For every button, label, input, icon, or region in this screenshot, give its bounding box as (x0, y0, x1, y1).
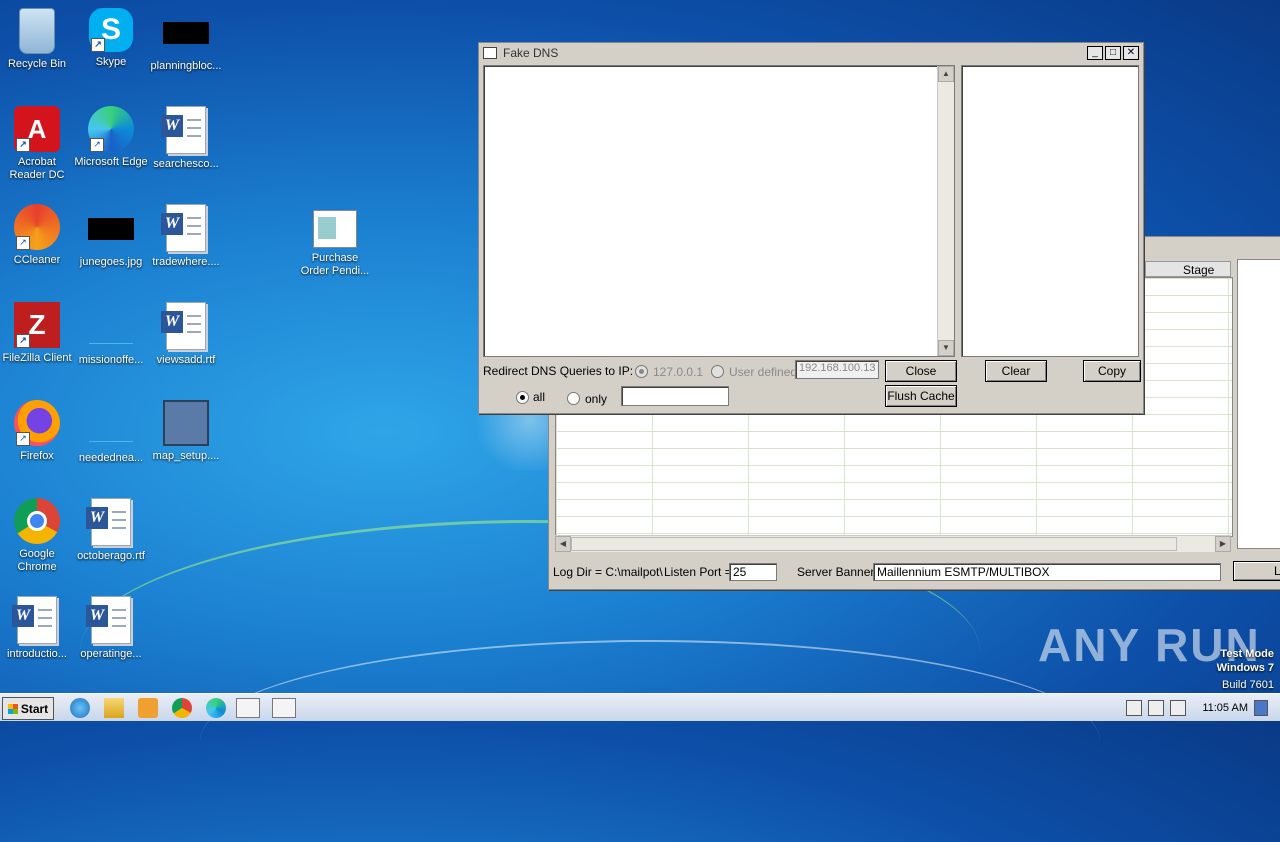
listen-port-label: Listen Port = (664, 565, 732, 579)
system-tray: 11:05 AM (1126, 694, 1280, 721)
log-dir-label: Log Dir = C:\mailpot\ (553, 565, 663, 579)
server-banner-field[interactable]: Maillennium ESMTP/MULTIBOX (873, 563, 1221, 581)
word-doc-icon: W (161, 302, 206, 350)
word-doc-icon: W (161, 204, 206, 252)
desktop-icon-purchase-order[interactable]: Purchase Order Pendi... (298, 204, 372, 278)
radio-localhost-label: 127.0.0.1 (653, 365, 704, 379)
document-icon (313, 210, 357, 248)
desktop-icon-recycle-bin[interactable]: Recycle Bin (0, 8, 74, 71)
window-app-icon (483, 47, 497, 59)
ie-icon[interactable] (70, 698, 90, 718)
column-header-stage[interactable]: Stage (1145, 261, 1231, 277)
desktop-icon-viewsadd[interactable]: W viewsadd.rtf (149, 302, 223, 367)
windows-logo-icon (7, 703, 18, 714)
scroll-thumb[interactable] (571, 537, 1177, 551)
black-thumbnail-icon (88, 218, 134, 240)
chrome-taskbar-icon[interactable] (172, 698, 192, 718)
recycle-bin-icon (19, 8, 55, 54)
desktop-icon-operatinge[interactable]: W operatinge... (74, 596, 148, 661)
edge-taskbar-icon[interactable] (206, 698, 226, 718)
desktop-icon-junegoes[interactable]: junegoes.jpg (74, 204, 148, 269)
wallpaper-swoosh (200, 640, 1100, 842)
dns-cache-listbox[interactable] (961, 65, 1139, 357)
fake-dns-titlebar[interactable]: Fake DNS _ □ ✕ (479, 43, 1143, 63)
scroll-right-arrow[interactable]: ▶ (1215, 536, 1231, 552)
skype-icon: S ↗ (89, 8, 133, 52)
scroll-down-arrow[interactable]: ▼ (938, 340, 954, 356)
word-doc-icon: W (86, 596, 131, 644)
taskbar: Start 11:05 AM (0, 693, 1280, 721)
window-title: Fake DNS (503, 46, 559, 60)
listen-port-field[interactable]: 25 (729, 563, 777, 581)
mailpot-side-panel (1237, 259, 1280, 549)
scroll-left-arrow[interactable]: ◀ (555, 536, 571, 552)
dns-log-listbox[interactable]: ▲ ▼ (483, 65, 955, 357)
black-thumbnail-icon (163, 22, 209, 44)
blank-file-icon (87, 400, 135, 448)
mailpot-taskbar-button[interactable] (272, 698, 296, 718)
word-doc-icon: W (12, 596, 57, 644)
desktop-icon-introductio[interactable]: W introductio... (0, 596, 74, 661)
horizontal-scrollbar[interactable]: ◀ ▶ (555, 535, 1231, 552)
desktop-icon-map-setup[interactable]: map_setup.... (149, 400, 223, 463)
build-label: Build 7601 (1222, 679, 1274, 691)
desktop-icon-firefox[interactable]: ↗ Firefox (0, 400, 74, 463)
filezilla-icon: Z ↗ (14, 302, 60, 348)
close-button[interactable]: Close (885, 360, 957, 382)
flush-cache-button[interactable]: Flush Cache (885, 385, 957, 407)
test-mode-label: Test Mode (1220, 648, 1274, 660)
maximize-button[interactable]: □ (1105, 46, 1121, 60)
desktop-icon-searchesco[interactable]: W searchesco... (149, 106, 223, 171)
word-doc-icon: W (161, 106, 206, 154)
acrobat-icon: A ↗ (14, 106, 60, 152)
redirect-label: Redirect DNS Queries to IP: (483, 364, 634, 378)
edge-icon: ↗ (88, 106, 134, 152)
desktop-icon-filezilla[interactable]: Z ↗ FileZilla Client (0, 302, 74, 365)
clock[interactable]: 11:05 AM (1202, 702, 1248, 714)
vertical-scrollbar[interactable]: ▲ ▼ (937, 66, 954, 356)
firefox-icon: ↗ (14, 400, 60, 446)
media-player-icon[interactable] (138, 698, 158, 718)
minimize-button[interactable]: _ (1087, 46, 1103, 60)
desktop-icon-ccleaner[interactable]: ↗ CCleaner (0, 204, 74, 267)
desktop-icon-octoberago[interactable]: W octoberago.rtf (74, 498, 148, 563)
listen-button[interactable]: Li (1233, 561, 1280, 581)
only-domain-field[interactable] (621, 386, 729, 406)
show-desktop-icon[interactable] (1254, 699, 1268, 716)
windows-version-label: Windows 7 (1216, 662, 1274, 674)
radio-user-defined[interactable] (711, 365, 724, 378)
desktop-icon-chrome[interactable]: Google Chrome (0, 498, 74, 574)
radio-localhost[interactable] (635, 365, 648, 378)
ccleaner-icon: ↗ (14, 204, 60, 250)
desktop-icon-needednea[interactable]: needednea... (74, 400, 148, 465)
desktop-icon-missionoffe[interactable]: missionoffe... (74, 302, 148, 367)
desktop-icon-tradewhere[interactable]: W tradewhere.... (149, 204, 223, 269)
desktop-icon-planningbloc[interactable]: planningbloc... (149, 8, 223, 73)
network-icon[interactable] (1148, 699, 1165, 716)
desktop-icon-edge[interactable]: ↗ Microsoft Edge (74, 106, 148, 169)
radio-only-label: only (585, 392, 608, 406)
radio-all[interactable] (516, 391, 529, 404)
word-doc-icon: W (86, 498, 131, 546)
ip-address-field[interactable]: 192.168.100.13 (795, 360, 879, 379)
clear-button[interactable]: Clear (985, 360, 1047, 382)
desktop-icon-acrobat[interactable]: A ↗ Acrobat Reader DC (0, 106, 74, 182)
fake-dns-taskbar-button[interactable] (236, 698, 260, 718)
explorer-icon[interactable] (104, 698, 124, 718)
start-button[interactable]: Start (2, 697, 54, 720)
volume-icon[interactable] (1170, 699, 1187, 716)
scroll-up-arrow[interactable]: ▲ (938, 66, 954, 82)
close-window-button[interactable]: ✕ (1123, 46, 1139, 60)
server-banner-label: Server Banner (797, 565, 875, 579)
flag-icon[interactable] (1126, 699, 1143, 716)
radio-all-label: all (533, 390, 546, 404)
fake-dns-window[interactable]: Fake DNS _ □ ✕ ▲ ▼ Redirect DNS Queries … (478, 42, 1144, 414)
radio-only[interactable] (567, 392, 580, 405)
radio-user-defined-label: User defined (729, 365, 798, 379)
setup-icon (163, 400, 209, 446)
chrome-icon (14, 498, 60, 544)
copy-button[interactable]: Copy (1083, 360, 1141, 382)
blank-file-icon (87, 302, 135, 350)
desktop-icon-skype[interactable]: S ↗ Skype (74, 8, 148, 69)
